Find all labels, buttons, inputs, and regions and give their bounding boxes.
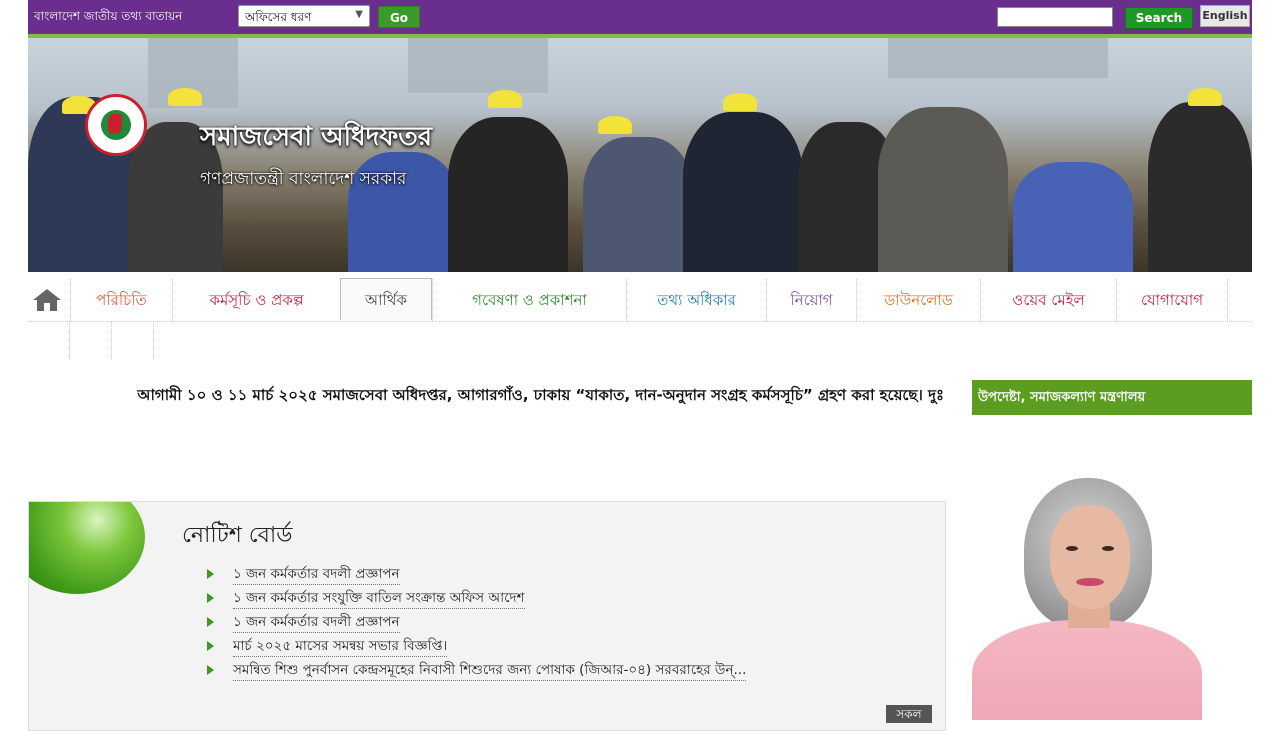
nav-label: যোগাযোগ xyxy=(1140,291,1204,309)
nav-divider xyxy=(111,321,113,359)
logo-map-icon xyxy=(108,114,122,134)
notice-board-title: নোটিশ বোর্ড xyxy=(182,523,293,548)
banner-figure xyxy=(1148,102,1252,272)
advisor-heading: উপদেষ্টা, সমাজকল্যাণ মন্ত্রণালয় xyxy=(972,380,1252,415)
banner-cap xyxy=(488,90,522,108)
ticker-text: আগামী ১০ ও ১১ মার্চ ২০২৫ সমাজসেবা অধিদপ্… xyxy=(137,386,944,404)
bullet-arrow-icon xyxy=(207,641,214,651)
nav-item-programs[interactable]: কর্মসূচি ও প্রকল্প xyxy=(172,279,340,321)
banner-figure xyxy=(683,112,803,272)
site-name[interactable]: সমাজসেবা অধিদফতর xyxy=(200,116,432,160)
advisor-portrait[interactable] xyxy=(972,470,1202,720)
nav-item-webmail[interactable]: ওয়েব মেইল xyxy=(980,279,1116,321)
nav-divider xyxy=(153,321,155,359)
bullet-arrow-icon xyxy=(207,569,214,579)
nav-label: ডাউনলোড xyxy=(884,291,953,309)
bullet-arrow-icon xyxy=(207,617,214,627)
bullet-arrow-icon xyxy=(207,593,214,603)
home-icon[interactable] xyxy=(31,287,63,315)
banner-cap xyxy=(723,93,757,111)
news-ticker[interactable]: আগামী ১০ ও ১১ মার্চ ২০২৫ সমাজসেবা অধিদপ্… xyxy=(28,384,944,408)
nav-item-rti[interactable]: তথ্য অধিকার xyxy=(626,279,766,321)
nav-label: কর্মসূচি ও প্রকল্প xyxy=(209,291,304,309)
chevron-down-icon: ▼ xyxy=(355,9,363,20)
banner-cap xyxy=(168,88,202,106)
nav-label: আর্থিক xyxy=(365,291,407,309)
notice-board: নোটিশ বোর্ড ১ জন কর্মকর্তার বদলী প্রজ্ঞা… xyxy=(28,501,946,731)
notice-link[interactable]: ১ জন কর্মকর্তার সংযুক্তি বাতিল সংক্রান্ত… xyxy=(233,588,525,609)
nav-item-research[interactable]: গবেষণা ও প্রকাশনা xyxy=(432,279,626,321)
portrait-scarf xyxy=(972,620,1202,720)
govt-logo[interactable] xyxy=(85,94,147,156)
banner-cap xyxy=(1188,88,1222,106)
top-bar: বাংলাদেশ জাতীয় তথ্য বাতায়ন অফিসের ধরণ … xyxy=(28,0,1252,38)
portrait-lips xyxy=(1076,578,1104,586)
nav-label: পরিচিতি xyxy=(96,291,147,309)
search-input[interactable] xyxy=(997,7,1113,27)
office-type-value: অফিসের ধরণ xyxy=(245,10,312,24)
nav-item-recruitment[interactable]: নিয়োগ xyxy=(766,279,856,321)
go-button[interactable]: Go xyxy=(378,6,420,28)
notice-link[interactable]: সমন্বিত শিশু পুনর্বাসন কেন্দ্রসমূহের নিব… xyxy=(233,660,747,681)
view-all-button[interactable]: সকল xyxy=(886,705,932,723)
nav-item-finance[interactable]: আর্থিক xyxy=(340,278,432,320)
portrait-eye xyxy=(1066,546,1078,551)
nav-item-contact[interactable]: যোগাযোগ xyxy=(1116,279,1228,321)
office-type-select[interactable]: অফিসের ধরণ ▼ xyxy=(238,5,370,27)
portrait-eye xyxy=(1102,546,1114,551)
nav-divider xyxy=(69,321,71,359)
portal-title-link[interactable]: বাংলাদেশ জাতীয় তথ্য বাতায়ন xyxy=(34,8,182,28)
nav-label: গবেষণা ও প্রকাশনা xyxy=(472,291,587,309)
banner-building xyxy=(408,38,548,93)
header-banner: সমাজসেবা অধিদফতর গণপ্রজাতন্ত্রী বাংলাদেশ… xyxy=(28,38,1252,272)
nav-item-download[interactable]: ডাউনলোড xyxy=(856,279,980,321)
bullet-arrow-icon xyxy=(207,665,214,675)
banner-figure xyxy=(878,107,1008,272)
banner-building xyxy=(888,38,1108,78)
main-nav: পরিচিতি কর্মসূচি ও প্রকল্প আর্থিক গবেষণা… xyxy=(28,278,1252,322)
nav-item-about[interactable]: পরিচিতি xyxy=(70,279,172,321)
banner-figure xyxy=(1013,162,1133,272)
notice-link[interactable]: মার্চ ২০২৫ মাসের সমন্বয় সভার বিজ্ঞপ্তি। xyxy=(233,636,448,657)
search-button[interactable]: Search xyxy=(1125,7,1193,29)
banner-figure xyxy=(448,117,568,272)
site-subtitle: গণপ্রজাতন্ত্রী বাংলাদেশ সরকার xyxy=(200,169,407,189)
banner-cap xyxy=(598,116,632,134)
globe-icon xyxy=(29,502,149,594)
language-toggle-button[interactable]: English xyxy=(1200,5,1250,27)
portrait-face xyxy=(1050,505,1130,609)
nav-label: তথ্য অধিকার xyxy=(657,291,736,309)
banner-figure xyxy=(583,137,693,272)
nav-label: ওয়েব মেইল xyxy=(1012,291,1085,309)
nav-label: নিয়োগ xyxy=(790,291,833,309)
notice-link[interactable]: ১ জন কর্মকর্তার বদলী প্রজ্ঞাপন xyxy=(233,564,400,585)
notice-link[interactable]: ১ জন কর্মকর্তার বদলী প্রজ্ঞাপন xyxy=(233,612,400,633)
